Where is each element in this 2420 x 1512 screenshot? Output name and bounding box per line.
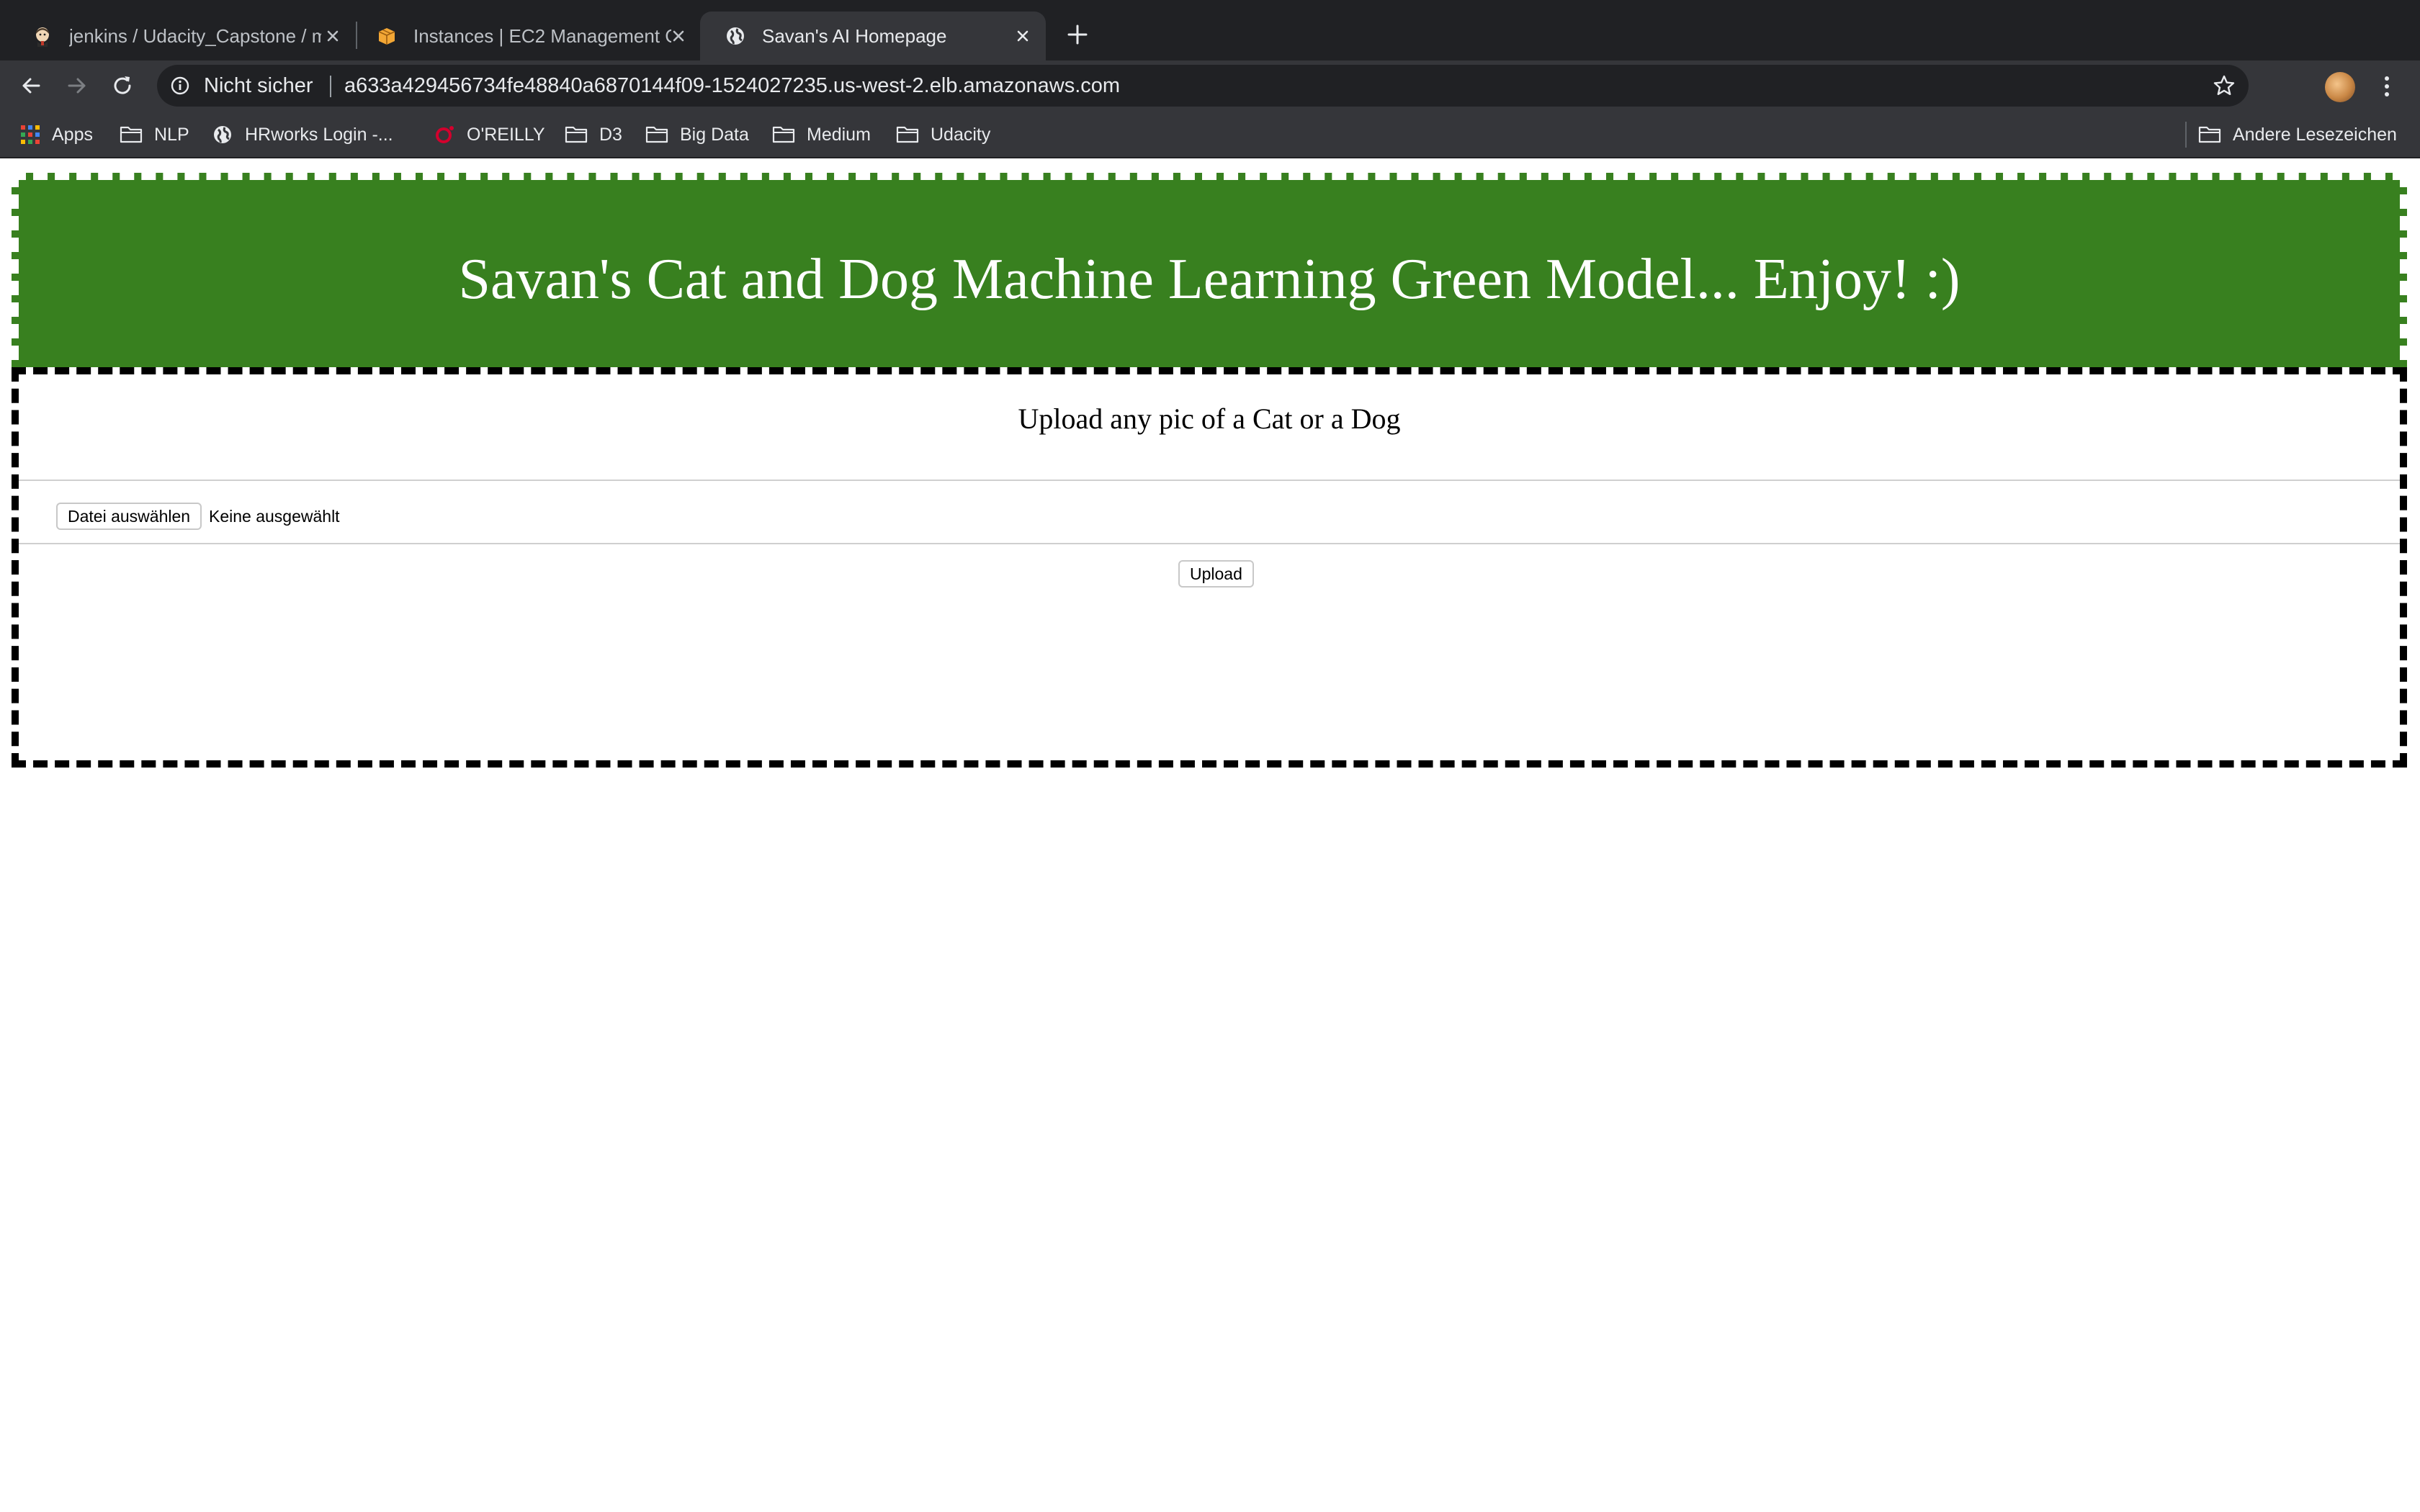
tab-jenkins[interactable]: jenkins / Udacity_Capstone / m <box>7 12 347 60</box>
folder-icon <box>2198 126 2221 143</box>
reload-icon[interactable] <box>110 73 135 98</box>
address-bar[interactable]: Nicht sicher a633a429456734fe48840a68701… <box>157 65 2249 107</box>
bookmark-label: NLP <box>154 124 189 145</box>
folder-icon <box>565 126 588 143</box>
choose-file-button[interactable]: Datei auswählen <box>56 503 202 530</box>
new-tab-plus-icon[interactable] <box>1065 22 1090 48</box>
page-title: Savan's Cat and Dog Machine Learning Gre… <box>458 247 1960 311</box>
back-arrow-icon[interactable] <box>19 73 43 98</box>
divider <box>19 543 2400 544</box>
browser-toolbar: Nicht sicher a633a429456734fe48840a68701… <box>0 60 2420 111</box>
globe-icon <box>214 126 231 143</box>
upload-heading: Upload any pic of a Cat or a Dog <box>1018 402 1401 435</box>
jenkins-icon <box>36 27 49 47</box>
tab-title: Instances | EC2 Management C <box>413 25 671 47</box>
forward-arrow-icon[interactable] <box>65 73 89 98</box>
omnibox-divider <box>330 76 331 97</box>
close-icon[interactable] <box>668 26 689 46</box>
bookmark-label: Medium <box>807 124 871 145</box>
tab-strip: jenkins / Udacity_Capstone / m Instances… <box>0 0 2420 60</box>
bookmark-label: Andere Lesezeichen <box>2233 124 2397 145</box>
bookmark-star-icon[interactable] <box>2213 74 2236 97</box>
header-banner: Savan's Cat and Dog Machine Learning Gre… <box>12 173 2407 382</box>
bookmark-nlp[interactable]: NLP <box>120 111 189 158</box>
bookmark-label: D3 <box>599 124 622 145</box>
url-text[interactable]: a633a429456734fe48840a6870144f09-1524027… <box>344 65 1120 107</box>
bookmark-medium[interactable]: Medium <box>772 111 871 158</box>
folder-icon <box>645 126 668 143</box>
bookmark-label: Udacity <box>931 124 991 145</box>
close-icon[interactable] <box>1013 26 1033 46</box>
apps-grid-icon <box>21 125 40 144</box>
bookmark-d3[interactable]: D3 <box>565 111 622 158</box>
bookmark-label: O'REILLY <box>467 124 545 145</box>
bookmarks-separator <box>2185 122 2187 148</box>
file-status-text: Keine ausgewählt <box>209 507 340 526</box>
oreilly-icon <box>436 126 454 143</box>
close-icon[interactable] <box>323 26 343 46</box>
page-content: Savan's Cat and Dog Machine Learning Gre… <box>0 158 2420 1512</box>
bookmark-label: Apps <box>52 124 93 145</box>
divider <box>19 480 2400 481</box>
tab-ec2-instances[interactable]: Instances | EC2 Management C <box>351 12 699 60</box>
bookmark-oreilly[interactable]: O'REILLY <box>434 111 545 158</box>
folder-icon <box>772 126 795 143</box>
folder-icon <box>896 126 919 143</box>
bookmark-hrworks[interactable]: HRworks Login -... <box>212 111 393 158</box>
upload-panel: Upload any pic of a Cat or a Dog Datei a… <box>12 367 2407 768</box>
info-icon[interactable] <box>170 76 190 96</box>
bookmarks-bar: Apps NLP HRworks Login -... O'REILLY D3 … <box>0 111 2420 158</box>
globe-icon <box>727 27 744 45</box>
bookmark-label: HRworks Login -... <box>245 124 393 145</box>
aws-box-icon <box>378 28 395 45</box>
tab-title: Savan's AI Homepage <box>762 25 947 47</box>
upload-button[interactable]: Upload <box>1178 560 1254 588</box>
bookmark-big-data[interactable]: Big Data <box>645 111 749 158</box>
tab-savans-ai-homepage[interactable]: Savan's AI Homepage <box>700 12 1046 60</box>
security-status[interactable]: Nicht sicher <box>204 65 313 107</box>
bookmark-other-bookmarks[interactable]: Andere Lesezeichen <box>2198 111 2397 158</box>
bookmark-apps[interactable]: Apps <box>20 111 93 158</box>
bookmark-label: Big Data <box>680 124 749 145</box>
folder-icon <box>120 126 143 143</box>
bookmark-udacity[interactable]: Udacity <box>896 111 990 158</box>
profile-avatar[interactable] <box>2325 72 2355 102</box>
more-menu-icon[interactable] <box>2379 73 2395 99</box>
tab-title: jenkins / Udacity_Capstone / m <box>69 25 321 47</box>
